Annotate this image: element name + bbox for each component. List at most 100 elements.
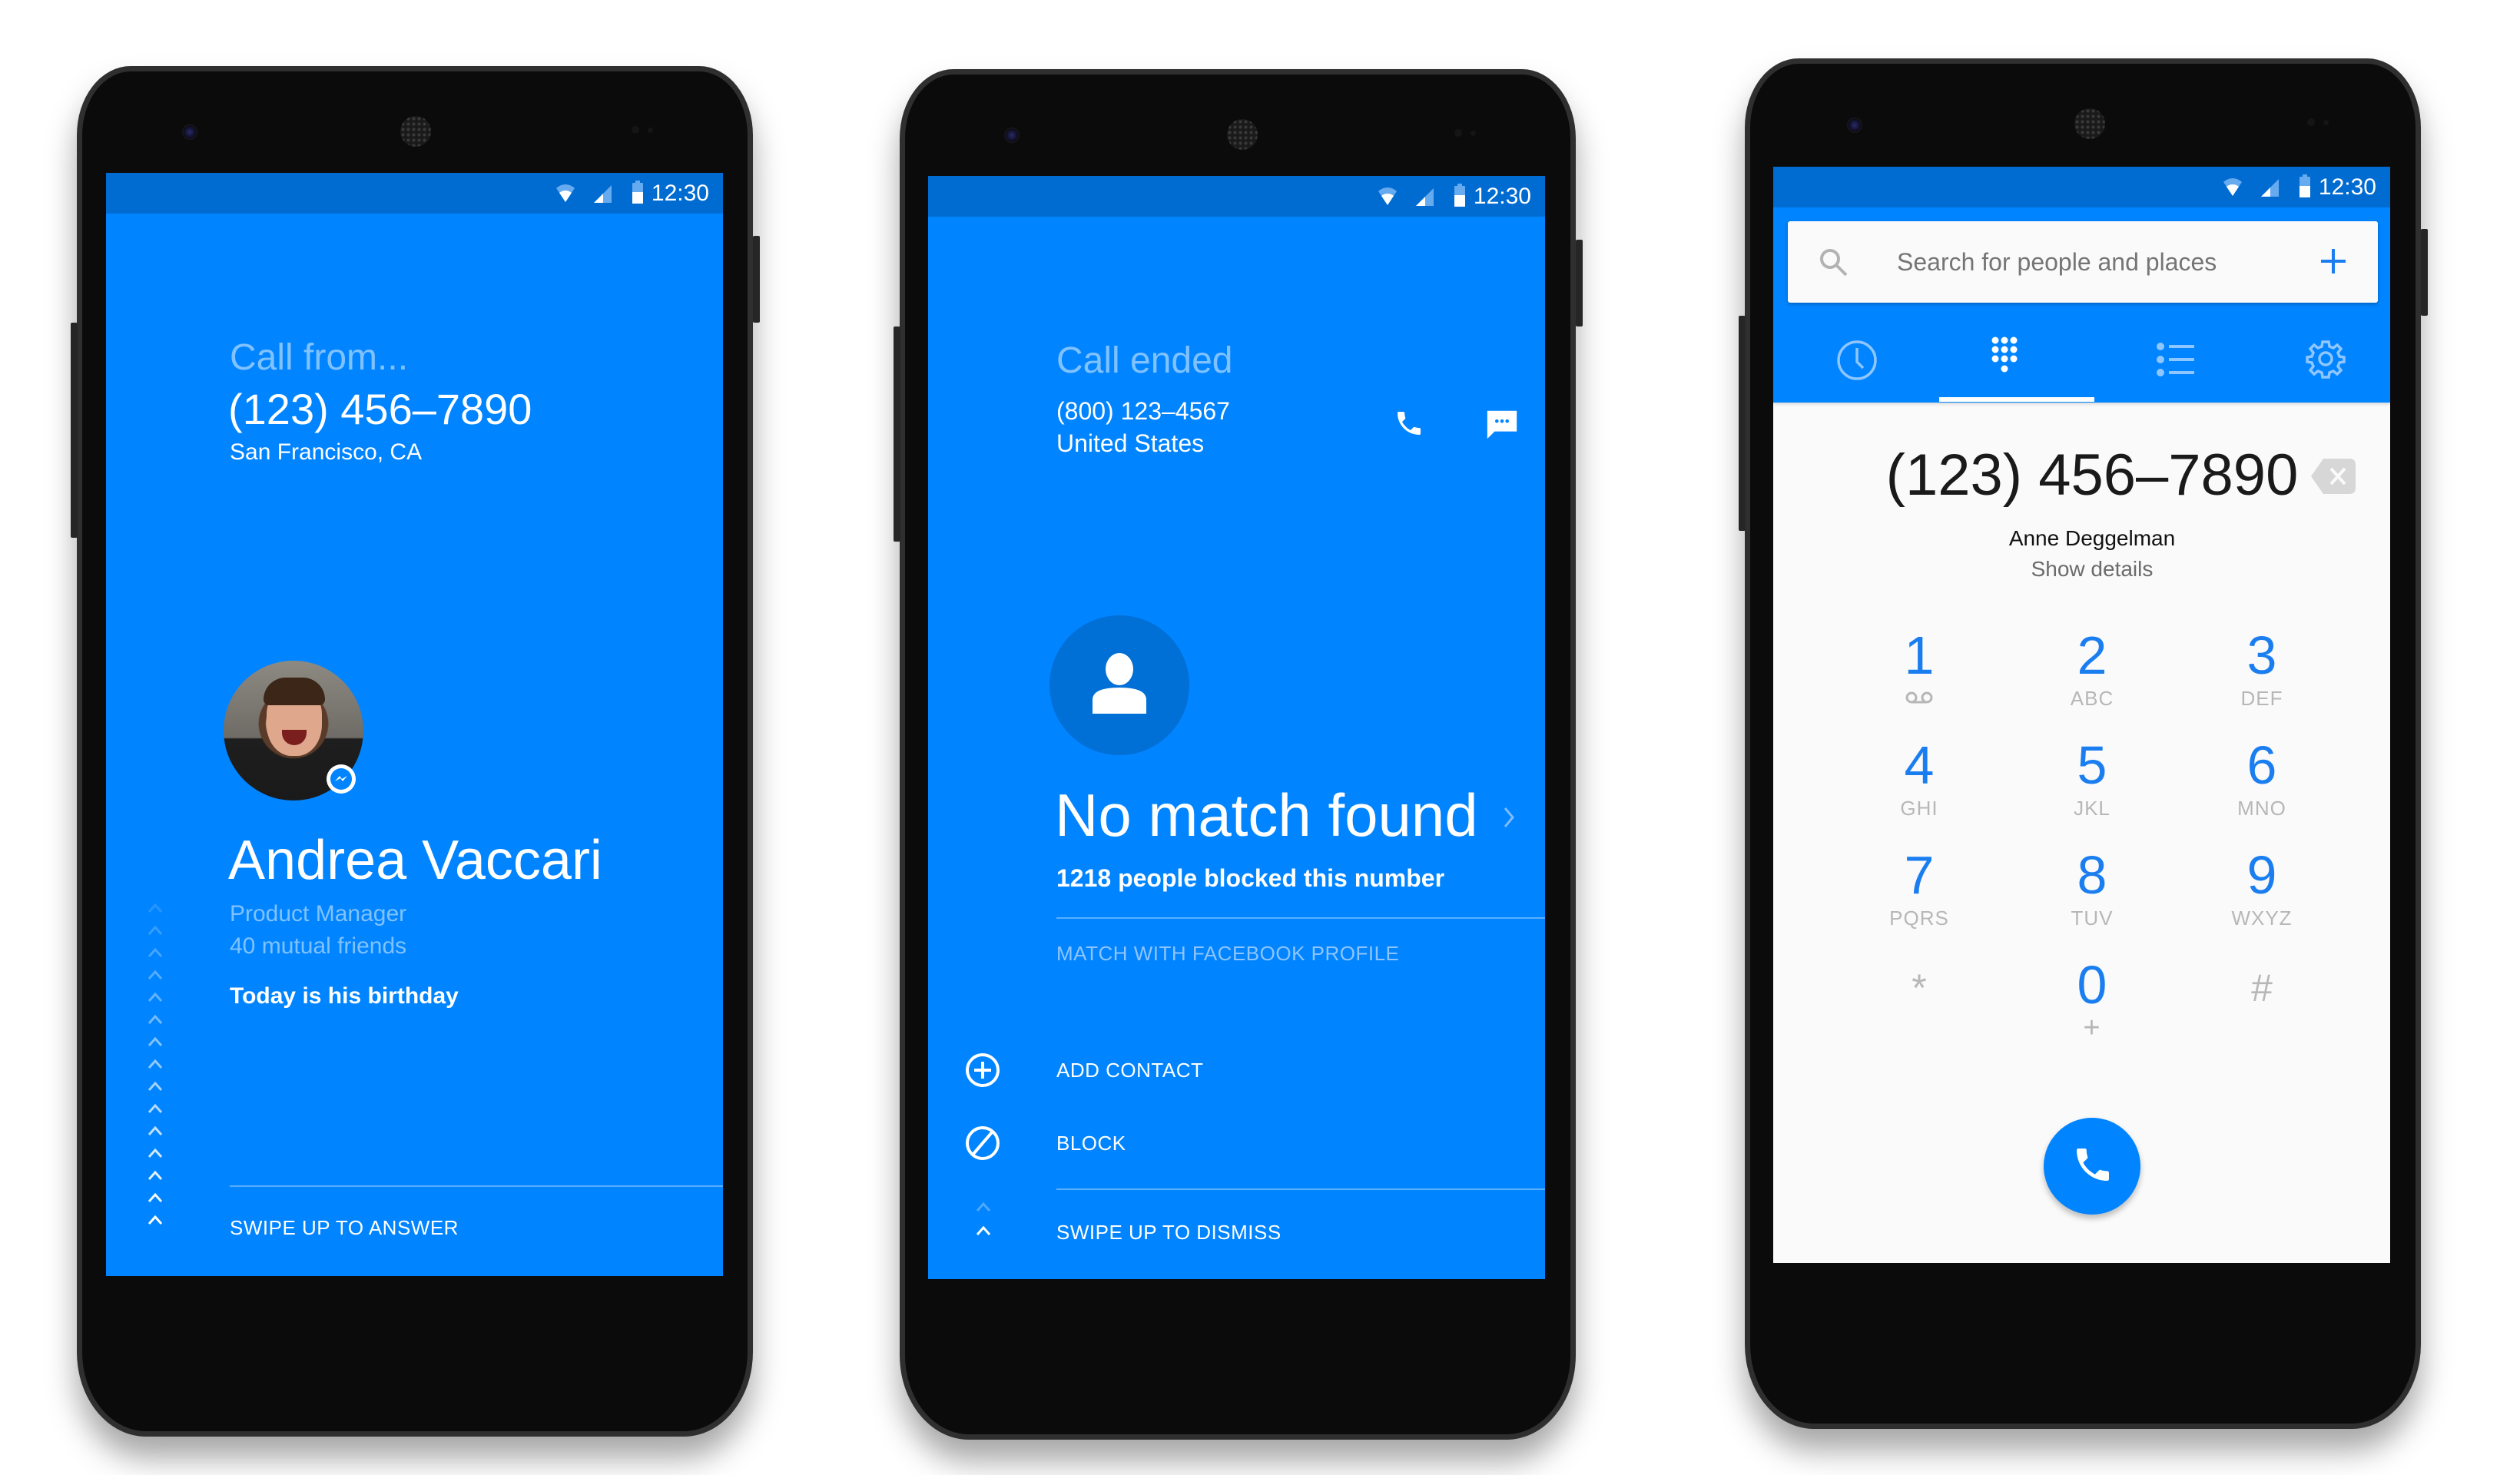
key-digit: 3 bbox=[2246, 625, 2277, 685]
key-letters: MNO bbox=[2237, 797, 2286, 820]
front-camera bbox=[1847, 118, 1862, 133]
birthday-note: Today is his birthday bbox=[230, 983, 459, 1009]
status-bar: 12:30 bbox=[928, 176, 1545, 217]
swipe-up-to-dismiss[interactable]: SWIPE UP TO DISMISS bbox=[1056, 1221, 1282, 1245]
volume-button bbox=[71, 323, 78, 538]
chevron-up-icon bbox=[976, 1202, 991, 1211]
proximity-sensor bbox=[2307, 118, 2315, 126]
voicemail-icon bbox=[1905, 691, 1933, 704]
call-header: Call from... bbox=[230, 337, 409, 378]
light-sensor bbox=[1471, 131, 1476, 136]
status-bar: 12:30 bbox=[106, 173, 723, 214]
phone-icon bbox=[2077, 1149, 2109, 1181]
key-digit: 2 bbox=[2077, 625, 2107, 685]
cell-signal-icon bbox=[1416, 188, 1434, 206]
front-camera bbox=[1004, 128, 1020, 143]
battery-icon bbox=[632, 181, 643, 204]
dialpad: 1 2 ABC 3 DEF 4 GHI 5 JKL 6 MNO 7 PQRS 8 TUV 9 WXYZ * 0 + # bbox=[1773, 167, 2390, 1263]
chevron-up-icon bbox=[148, 903, 163, 913]
caller-number: (800) 123–4567 bbox=[1056, 397, 1230, 425]
proximity-sensor bbox=[632, 126, 639, 134]
key-digit: 0 bbox=[2077, 955, 2107, 1015]
key-digit: * bbox=[1912, 966, 1927, 1009]
key-digit: # bbox=[2251, 966, 2273, 1009]
wifi-icon bbox=[556, 184, 575, 202]
chevron-up-icon bbox=[148, 1014, 163, 1024]
add-contact-label: ADD CONTACT bbox=[1056, 1059, 1204, 1082]
add-contact-item[interactable]: ADD CONTACT bbox=[928, 1044, 1545, 1098]
light-sensor bbox=[2323, 120, 2329, 125]
key-letters: JKL bbox=[2074, 797, 2110, 820]
earpiece-speaker bbox=[1227, 119, 1258, 150]
incoming-call-screen: 12:30 Call from... (123) 456–7890 San Fr… bbox=[106, 173, 723, 1276]
chevron-up-icon bbox=[148, 1125, 163, 1135]
chevron-up-icon bbox=[976, 1225, 991, 1235]
chevron-up-icon bbox=[148, 1170, 163, 1180]
key-digit: 6 bbox=[2246, 735, 2277, 795]
chevron-up-icon bbox=[148, 1036, 163, 1046]
battery-icon bbox=[1454, 184, 1465, 207]
caller-name: Andrea Vaccari bbox=[228, 830, 602, 891]
wifi-icon bbox=[1378, 187, 1397, 205]
no-match-title: No match found bbox=[1055, 781, 1478, 849]
chevron-right-icon[interactable] bbox=[1503, 806, 1515, 829]
block-item[interactable]: BLOCK bbox=[928, 1117, 1545, 1171]
key-digit: 5 bbox=[2077, 735, 2107, 795]
front-camera bbox=[182, 124, 197, 140]
key-letters: PQRS bbox=[1889, 907, 1949, 930]
key-digit: 8 bbox=[2077, 845, 2107, 905]
chevron-up-icon bbox=[148, 992, 163, 1002]
block-icon bbox=[966, 1126, 1000, 1160]
caller-title: Product Manager bbox=[230, 901, 407, 926]
side-button bbox=[753, 236, 760, 323]
messenger-badge bbox=[327, 764, 356, 794]
divider bbox=[230, 1185, 723, 1187]
person-icon bbox=[1093, 653, 1146, 714]
key-letters: WXYZ bbox=[2231, 907, 2293, 930]
key-letters: DEF bbox=[2240, 687, 2283, 710]
swipe-chevrons[interactable] bbox=[148, 903, 166, 1233]
key-letters: GHI bbox=[1900, 797, 1938, 820]
cell-signal-icon bbox=[594, 185, 612, 203]
chevron-up-icon bbox=[148, 970, 163, 979]
blocked-count: 1218 people blocked this number bbox=[1056, 864, 1445, 892]
chevron-up-icon bbox=[148, 1215, 163, 1225]
swipe-up-to-answer[interactable]: SWIPE UP TO ANSWER bbox=[230, 1216, 459, 1240]
chevron-up-icon bbox=[148, 1103, 163, 1113]
divider bbox=[1056, 1188, 1545, 1190]
key-digit: 1 bbox=[1904, 625, 1935, 685]
side-button bbox=[1576, 240, 1583, 326]
messenger-icon bbox=[330, 768, 352, 790]
caller-location: San Francisco, CA bbox=[230, 439, 423, 465]
divider bbox=[1056, 917, 1545, 919]
chevron-up-icon bbox=[148, 947, 163, 957]
call-ended-screen: 12:30 Call ended (800) 123–4567 United S… bbox=[928, 176, 1545, 1279]
call-button[interactable] bbox=[2044, 1118, 2140, 1215]
volume-button bbox=[1739, 316, 1746, 531]
call-header: Call ended bbox=[1056, 340, 1233, 381]
phone-icon[interactable] bbox=[1394, 406, 1424, 440]
status-time: 12:30 bbox=[651, 181, 709, 206]
key-letters: TUV bbox=[2071, 907, 2114, 930]
light-sensor bbox=[648, 128, 653, 133]
volume-button bbox=[894, 326, 900, 542]
unknown-avatar bbox=[1049, 615, 1189, 755]
match-with-facebook-link[interactable]: MATCH WITH FACEBOOK PROFILE bbox=[1056, 942, 1399, 966]
chevron-up-icon bbox=[148, 1192, 163, 1202]
chevron-up-icon bbox=[148, 1059, 163, 1069]
key-letters: ABC bbox=[2070, 687, 2114, 710]
chevron-up-icon bbox=[148, 1081, 163, 1091]
caller-location: United States bbox=[1056, 429, 1205, 457]
block-label: BLOCK bbox=[1056, 1132, 1126, 1155]
status-time: 12:30 bbox=[1473, 184, 1531, 209]
key-digit: 4 bbox=[1904, 735, 1935, 795]
caller-number: (123) 456–7890 bbox=[228, 385, 532, 433]
add-circle-icon bbox=[966, 1053, 1000, 1087]
message-icon[interactable] bbox=[1484, 406, 1520, 442]
side-button bbox=[2421, 229, 2428, 316]
earpiece-speaker bbox=[2074, 108, 2105, 139]
earpiece-speaker bbox=[400, 116, 431, 147]
mutual-friends: 40 mutual friends bbox=[230, 933, 407, 959]
key-letters: + bbox=[2083, 1012, 2101, 1044]
dialer-screen: 12:30 (123) 456–7890 Anne Deggelman Show… bbox=[1773, 167, 2390, 1263]
